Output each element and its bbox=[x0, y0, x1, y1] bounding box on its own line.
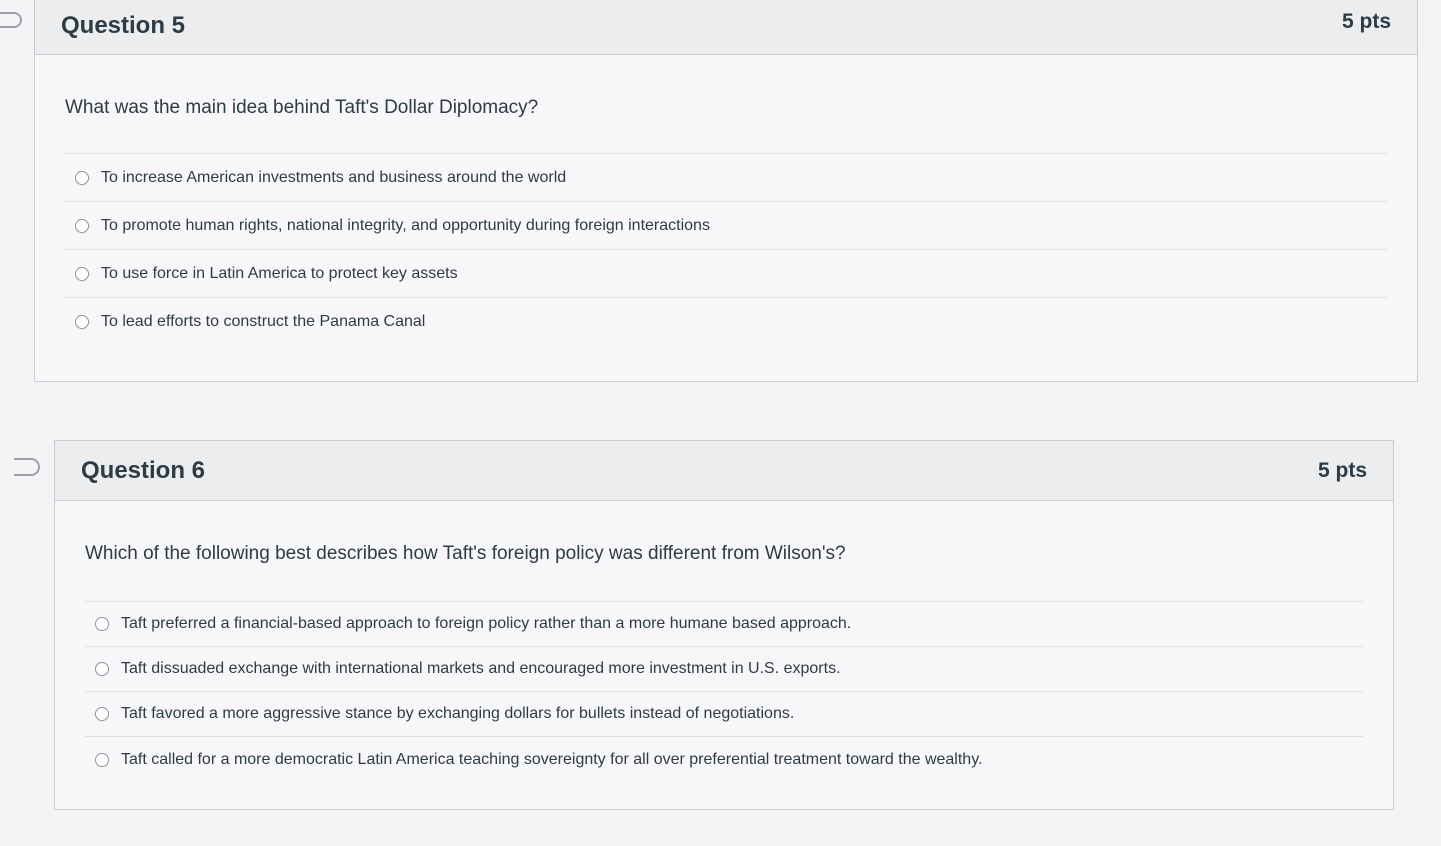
question-6-card: Question 6 5 pts Which of the following … bbox=[54, 440, 1394, 810]
answer-label[interactable]: To lead efforts to construct the Panama … bbox=[101, 313, 425, 331]
answer-label[interactable]: To use force in Latin America to protect… bbox=[101, 265, 458, 283]
radio-button-icon[interactable] bbox=[95, 662, 109, 676]
question-title: Question 5 bbox=[61, 11, 186, 39]
answer-list: Taft preferred a financial-based approac… bbox=[85, 602, 1363, 782]
question-flag-icon[interactable] bbox=[14, 458, 40, 476]
answer-label[interactable]: To promote human rights, national integr… bbox=[101, 217, 710, 235]
answer-label[interactable]: Taft preferred a financial-based approac… bbox=[121, 615, 851, 633]
question-header: Question 5 5 pts bbox=[35, 0, 1417, 55]
question-body: Which of the following best describes ho… bbox=[55, 501, 1393, 782]
answer-option[interactable]: To use force in Latin America to protect… bbox=[65, 250, 1387, 298]
question-title: Question 6 bbox=[81, 456, 206, 484]
question-body: What was the main idea behind Taft's Dol… bbox=[35, 55, 1417, 346]
answer-label[interactable]: Taft called for a more democratic Latin … bbox=[121, 751, 982, 769]
radio-button-icon[interactable] bbox=[95, 617, 109, 631]
answer-label[interactable]: Taft favored a more aggressive stance by… bbox=[121, 705, 794, 723]
radio-button-icon[interactable] bbox=[75, 315, 89, 329]
question-5-card: Question 5 5 pts What was the main idea … bbox=[34, 0, 1418, 382]
answer-label[interactable]: To increase American investments and bus… bbox=[101, 169, 566, 187]
question-text: What was the main idea behind Taft's Dol… bbox=[65, 55, 1387, 154]
radio-button-icon[interactable] bbox=[75, 218, 89, 233]
answer-option[interactable]: Taft preferred a financial-based approac… bbox=[85, 602, 1363, 647]
answer-option[interactable]: Taft favored a more aggressive stance by… bbox=[85, 692, 1363, 737]
answer-option[interactable]: Taft dissuaded exchange with internation… bbox=[85, 647, 1363, 692]
answer-option[interactable]: To lead efforts to construct the Panama … bbox=[65, 298, 1387, 346]
question-header: Question 6 5 pts bbox=[55, 441, 1393, 501]
question-flag-icon[interactable] bbox=[0, 12, 22, 28]
radio-button-icon[interactable] bbox=[75, 170, 89, 185]
answer-option[interactable]: To promote human rights, national integr… bbox=[65, 202, 1387, 250]
question-points: 5 pts bbox=[1317, 458, 1367, 482]
question-points: 5 pts bbox=[1341, 9, 1391, 33]
radio-button-icon[interactable] bbox=[75, 266, 89, 281]
radio-button-icon[interactable] bbox=[95, 752, 109, 767]
answer-option[interactable]: Taft called for a more democratic Latin … bbox=[85, 737, 1363, 782]
answer-option[interactable]: To increase American investments and bus… bbox=[65, 154, 1387, 202]
question-text: Which of the following best describes ho… bbox=[85, 501, 1363, 602]
radio-button-icon[interactable] bbox=[95, 707, 109, 721]
answer-list: To increase American investments and bus… bbox=[65, 154, 1387, 346]
answer-label[interactable]: Taft dissuaded exchange with internation… bbox=[121, 660, 841, 678]
